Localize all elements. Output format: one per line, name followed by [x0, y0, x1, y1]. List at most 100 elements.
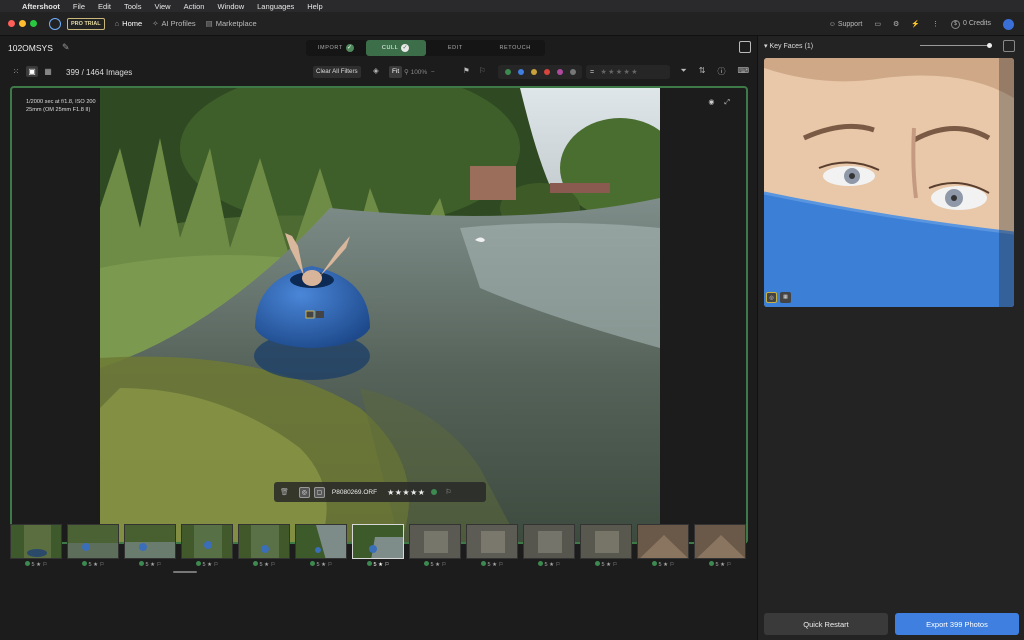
color-label-yellow[interactable]	[530, 69, 537, 75]
layers-icon[interactable]: ◈	[373, 66, 379, 75]
flag-icon: ⚐	[612, 562, 618, 568]
keyboard-icon[interactable]: ⌨	[737, 66, 749, 77]
star-filter[interactable]: = ★★★★★	[586, 65, 670, 79]
main-photo	[100, 88, 660, 542]
sort-icon[interactable]: ⇅	[699, 66, 706, 77]
thumbnail[interactable]	[694, 524, 746, 559]
face-image	[764, 58, 1014, 307]
thumbnail[interactable]	[181, 524, 233, 559]
mode-row: 102OMSYS ✎ IMPORT ✓ CULL ✓ EDIT RETOUCH	[0, 36, 757, 60]
minimize-window-button[interactable]	[19, 20, 26, 27]
fit-button[interactable]: Fit	[389, 66, 403, 78]
color-label-green[interactable]	[504, 69, 511, 75]
unflag-icon[interactable]: ⚐	[479, 66, 486, 75]
thumbnail[interactable]	[523, 524, 575, 559]
info-icon[interactable]: ⓘ	[717, 66, 725, 77]
thumbnail-meta: 5 ★ ⚐	[409, 561, 461, 568]
nav-ai-profiles[interactable]: ✧ AI Profiles	[152, 19, 195, 28]
color-label-blue[interactable]	[517, 69, 524, 75]
thumbnail[interactable]	[409, 524, 461, 559]
color-label-purple[interactable]	[556, 69, 563, 75]
nav-marketplace[interactable]: ▤ Marketplace	[206, 19, 257, 28]
zoom-control[interactable]: ⚲ 100% −	[404, 68, 435, 76]
menu-view[interactable]: View	[154, 2, 170, 11]
crop-icon[interactable]: ▢	[313, 486, 325, 498]
star-icon: ★	[606, 562, 612, 568]
thumb-rating: 5	[316, 562, 320, 568]
flag-icon: ⚐	[327, 562, 333, 568]
flag-icon: ⚐	[156, 562, 162, 568]
user-avatar[interactable]	[1003, 18, 1014, 30]
quick-restart-button[interactable]: Quick Restart	[764, 613, 888, 635]
menu-file[interactable]: File	[73, 2, 85, 11]
credits-label: 0 Credits	[962, 19, 991, 27]
image-info-bar: 🗑 ◎ ▢ P8080269.ORF ★★★★★ ⚐	[274, 482, 486, 502]
toggle-panel-button[interactable]	[739, 41, 751, 53]
thumbnail-meta: 5 ★ ⚐	[637, 561, 689, 568]
menu-action[interactable]: Action	[184, 2, 205, 11]
filmstrip-scrollbar[interactable]	[173, 571, 197, 573]
star-icon: ★	[492, 562, 498, 568]
menu-window[interactable]: Window	[217, 2, 244, 11]
thumbnail[interactable]	[466, 524, 518, 559]
face-settings-button[interactable]	[1003, 40, 1015, 52]
thumbnail-selected[interactable]	[352, 524, 404, 559]
thumbnail[interactable]	[580, 524, 632, 559]
clear-filters-button[interactable]: Clear All Filters	[313, 66, 361, 78]
credits-button[interactable]: $0 Credits	[950, 19, 991, 29]
fullscreen-icon[interactable]: ⤢	[724, 99, 730, 106]
menu-help[interactable]: Help	[307, 2, 322, 11]
thumbnail-meta: 5 ★ ⚐	[694, 561, 746, 568]
trash-icon[interactable]: 🗑	[280, 488, 289, 496]
pro-trial-badge[interactable]: PRO TRIAL	[67, 17, 105, 30]
menu-app-name[interactable]: Aftershoot	[22, 2, 60, 11]
face-size-slider[interactable]	[920, 43, 992, 48]
color-label-gray[interactable]	[569, 69, 576, 75]
close-window-button[interactable]	[8, 20, 15, 27]
tab-cull[interactable]: CULL ✓	[365, 40, 426, 56]
more-icon[interactable]: ⋮	[932, 20, 939, 28]
monitor-icon[interactable]: ▭	[874, 20, 881, 28]
home-icon: ⌂	[114, 19, 120, 28]
support-button[interactable]: ☺ Support	[829, 21, 863, 28]
settings-icon[interactable]: ⚙	[893, 20, 899, 28]
thumb-rating: 5	[145, 562, 149, 568]
single-view-icon[interactable]: ▣	[26, 66, 38, 77]
thumbnail[interactable]	[295, 524, 347, 559]
nav-ai-profiles-label: AI Profiles	[161, 19, 196, 28]
face-detect-icon[interactable]: ◎	[298, 486, 310, 498]
thumb-rating: 5	[31, 562, 35, 568]
face-eye-icon[interactable]: ◎	[766, 292, 777, 303]
tab-edit[interactable]: EDIT	[426, 40, 486, 56]
thumbnail[interactable]	[67, 524, 119, 559]
image-viewer[interactable]: 1/2000 sec at f/1.8, ISO 200 25mm (OM 25…	[10, 86, 748, 544]
face-grid-icon[interactable]: ▦	[780, 292, 791, 303]
key-face-crop[interactable]	[764, 58, 1014, 307]
thumbnail[interactable]	[124, 524, 176, 559]
thumbnail[interactable]	[637, 524, 689, 559]
key-faces-header[interactable]: ▾ Key Faces (1)	[764, 42, 813, 50]
flag-icon[interactable]: ⚑	[463, 66, 470, 75]
nav-home[interactable]: ⌂ Home	[115, 19, 143, 28]
slider-handle[interactable]	[987, 43, 992, 48]
grid-view-icon[interactable]: ⁙	[10, 66, 22, 77]
lightning-icon[interactable]: ⚡	[911, 20, 920, 28]
color-label-dot[interactable]	[431, 489, 438, 495]
rating-stars[interactable]: ★★★★★	[387, 488, 425, 497]
edit-name-icon[interactable]: ✎	[62, 42, 70, 53]
zoom-window-button[interactable]	[30, 20, 37, 27]
export-photos-button[interactable]: Export 399 Photos	[895, 613, 1019, 635]
menu-tools[interactable]: Tools	[124, 2, 142, 11]
flag-outline-icon[interactable]: ⚐	[445, 488, 451, 496]
flag-icon: ⚐	[99, 562, 105, 568]
color-label-red[interactable]	[543, 69, 550, 75]
filter-icon[interactable]: ⏷	[680, 66, 686, 77]
menu-languages[interactable]: Languages	[257, 2, 294, 11]
tab-retouch[interactable]: RETOUCH	[485, 40, 545, 56]
thumbnail[interactable]	[10, 524, 62, 559]
tab-import[interactable]: IMPORT ✓	[306, 40, 366, 56]
compare-view-icon[interactable]: ▦	[42, 66, 54, 77]
thumbnail[interactable]	[238, 524, 290, 559]
menu-edit[interactable]: Edit	[98, 2, 111, 11]
eye-icon[interactable]: ◉	[708, 99, 714, 106]
